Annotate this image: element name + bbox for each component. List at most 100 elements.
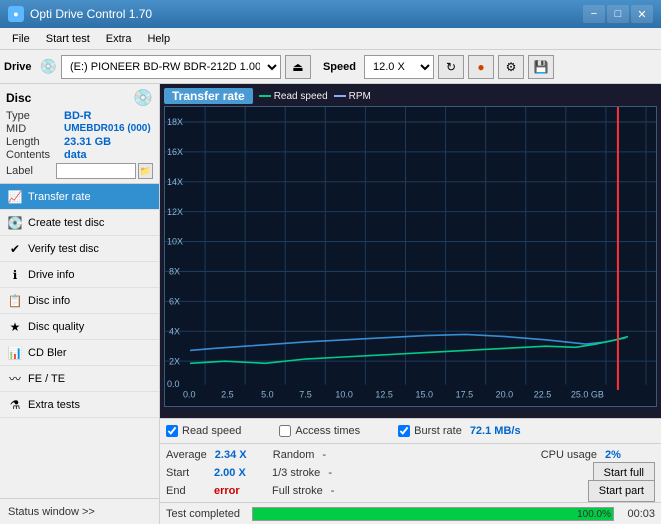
browse-button[interactable]: 📁 bbox=[138, 163, 153, 179]
nav-section: 📈 Transfer rate 💽 Create test disc ✔ Ver… bbox=[0, 184, 159, 498]
random-value: - bbox=[322, 449, 326, 461]
nav-transfer-rate[interactable]: 📈 Transfer rate bbox=[0, 184, 159, 210]
svg-text:20.0: 20.0 bbox=[496, 389, 514, 399]
legend-read-speed-color bbox=[259, 95, 271, 97]
legend-rpm: RPM bbox=[334, 91, 371, 102]
average-value: 2.34 X bbox=[215, 449, 265, 461]
mid-value: UMEBDR016 (000) bbox=[64, 123, 151, 135]
maximize-button[interactable]: □ bbox=[607, 5, 629, 23]
progress-status: Test completed bbox=[166, 508, 246, 520]
nav-create-test-disc[interactable]: 💽 Create test disc bbox=[0, 210, 159, 236]
nav-transfer-rate-label: Transfer rate bbox=[28, 191, 91, 203]
svg-text:18X: 18X bbox=[167, 117, 183, 127]
nav-drive-info-label: Drive info bbox=[28, 269, 74, 281]
progress-fill bbox=[253, 508, 613, 520]
stroke2-value: - bbox=[331, 485, 335, 497]
sidebar: Disc 💿 Type BD-R MID UMEBDR016 (000) Len… bbox=[0, 84, 160, 524]
nav-extra-tests[interactable]: ⚗ Extra tests bbox=[0, 392, 159, 418]
average-key: Average bbox=[166, 449, 207, 461]
burst-rate-value: 72.1 MB/s bbox=[470, 425, 521, 437]
burst-rate-label: Burst rate bbox=[414, 425, 462, 437]
length-value: 23.31 GB bbox=[64, 136, 111, 148]
window-controls: − □ ✕ bbox=[583, 5, 653, 23]
label-key: Label bbox=[6, 165, 54, 177]
svg-text:12X: 12X bbox=[167, 207, 183, 217]
legend-read-speed-label: Read speed bbox=[274, 91, 328, 102]
app-icon: ● bbox=[8, 6, 24, 22]
svg-text:15.0: 15.0 bbox=[416, 389, 434, 399]
right-panel: Transfer rate Read speed RPM bbox=[160, 84, 661, 524]
svg-text:4X: 4X bbox=[169, 326, 180, 336]
contents-value: data bbox=[64, 149, 87, 161]
menu-start-test[interactable]: Start test bbox=[38, 31, 98, 47]
access-times-checkbox[interactable] bbox=[279, 425, 291, 437]
drive-select[interactable]: (E:) PIONEER BD-RW BDR-212D 1.00 bbox=[61, 55, 281, 79]
window-title: Opti Drive Control 1.70 bbox=[30, 7, 583, 21]
end-value: error bbox=[214, 485, 264, 497]
svg-text:12.5: 12.5 bbox=[375, 389, 393, 399]
burst-rate-checkbox[interactable] bbox=[398, 425, 410, 437]
refresh-button[interactable]: ↻ bbox=[438, 55, 464, 79]
end-key: End bbox=[166, 485, 206, 497]
svg-text:10X: 10X bbox=[167, 237, 183, 247]
nav-drive-info[interactable]: ℹ Drive info bbox=[0, 262, 159, 288]
fete-icon: 〰 bbox=[8, 372, 22, 386]
nav-extra-label: Extra tests bbox=[28, 399, 80, 411]
chart-area: 18X 16X 14X 12X 10X 8X 6X 4X 2X 0.0 0.0 … bbox=[164, 106, 657, 407]
contents-key: Contents bbox=[6, 149, 64, 161]
svg-text:5.0: 5.0 bbox=[261, 389, 274, 399]
save-button[interactable]: 💾 bbox=[528, 55, 554, 79]
chart-header: Transfer rate Read speed RPM bbox=[164, 88, 657, 104]
options-button[interactable]: ⚙ bbox=[498, 55, 524, 79]
stats-row-2: Start 2.00 X 1/3 stroke - Start full bbox=[166, 464, 655, 482]
nav-fe-te-label: FE / TE bbox=[28, 373, 65, 385]
status-window-button[interactable]: Status window >> bbox=[0, 498, 159, 524]
title-bar: ● Opti Drive Control 1.70 − □ ✕ bbox=[0, 0, 661, 28]
nav-verify-label: Verify test disc bbox=[28, 243, 99, 255]
svg-text:0.0: 0.0 bbox=[167, 379, 180, 389]
minimize-button[interactable]: − bbox=[583, 5, 605, 23]
nav-verify-test-disc[interactable]: ✔ Verify test disc bbox=[0, 236, 159, 262]
type-key: Type bbox=[6, 110, 64, 122]
burn-button[interactable]: ● bbox=[468, 55, 494, 79]
svg-text:22.5: 22.5 bbox=[534, 389, 552, 399]
legend-rpm-label: RPM bbox=[349, 91, 371, 102]
speed-select[interactable]: 12.0 X bbox=[364, 55, 434, 79]
nav-disc-info[interactable]: 📋 Disc info bbox=[0, 288, 159, 314]
menu-bar: File Start test Extra Help bbox=[0, 28, 661, 50]
stats-row-3: End error Full stroke - Start part bbox=[166, 482, 655, 500]
mid-key: MID bbox=[6, 123, 64, 135]
progress-bar: 100.0% bbox=[252, 507, 614, 521]
eject-button[interactable]: ⏏ bbox=[285, 55, 311, 79]
nav-disc-quality-label: Disc quality bbox=[28, 321, 84, 333]
nav-cd-bler[interactable]: 📊 CD Bler bbox=[0, 340, 159, 366]
svg-text:8X: 8X bbox=[169, 266, 180, 276]
stats-section: Average 2.34 X Random - CPU usage 2% Sta… bbox=[160, 443, 661, 502]
svg-text:25.0 GB: 25.0 GB bbox=[571, 389, 604, 399]
close-button[interactable]: ✕ bbox=[631, 5, 653, 23]
drive-icon: 💿 bbox=[40, 58, 57, 75]
menu-help[interactable]: Help bbox=[139, 31, 178, 47]
timer: 00:03 bbox=[620, 508, 655, 520]
bler-icon: 📊 bbox=[8, 346, 22, 360]
status-window-label: Status window >> bbox=[8, 506, 95, 518]
type-value: BD-R bbox=[64, 110, 92, 122]
nav-cd-bler-label: CD Bler bbox=[28, 347, 67, 359]
stats-row-1: Average 2.34 X Random - CPU usage 2% bbox=[166, 446, 655, 464]
menu-extra[interactable]: Extra bbox=[98, 31, 140, 47]
read-speed-checkbox[interactable] bbox=[166, 425, 178, 437]
label-input[interactable] bbox=[56, 163, 136, 179]
chart-svg: 18X 16X 14X 12X 10X 8X 6X 4X 2X 0.0 0.0 … bbox=[165, 107, 656, 406]
nav-fe-te[interactable]: 〰 FE / TE bbox=[0, 366, 159, 392]
nav-disc-quality[interactable]: ★ Disc quality bbox=[0, 314, 159, 340]
disc-section: Disc 💿 Type BD-R MID UMEBDR016 (000) Len… bbox=[0, 84, 159, 184]
disc-eject-icon[interactable]: 💿 bbox=[133, 88, 153, 108]
read-speed-label: Read speed bbox=[182, 425, 241, 437]
legend-read-speed: Read speed bbox=[259, 91, 328, 102]
svg-text:16X: 16X bbox=[167, 147, 183, 157]
disc-title: Disc bbox=[6, 91, 31, 105]
menu-file[interactable]: File bbox=[4, 31, 38, 47]
svg-text:2X: 2X bbox=[169, 356, 180, 366]
cpu-value: 2% bbox=[605, 449, 655, 461]
start-part-button[interactable]: Start part bbox=[588, 480, 655, 502]
